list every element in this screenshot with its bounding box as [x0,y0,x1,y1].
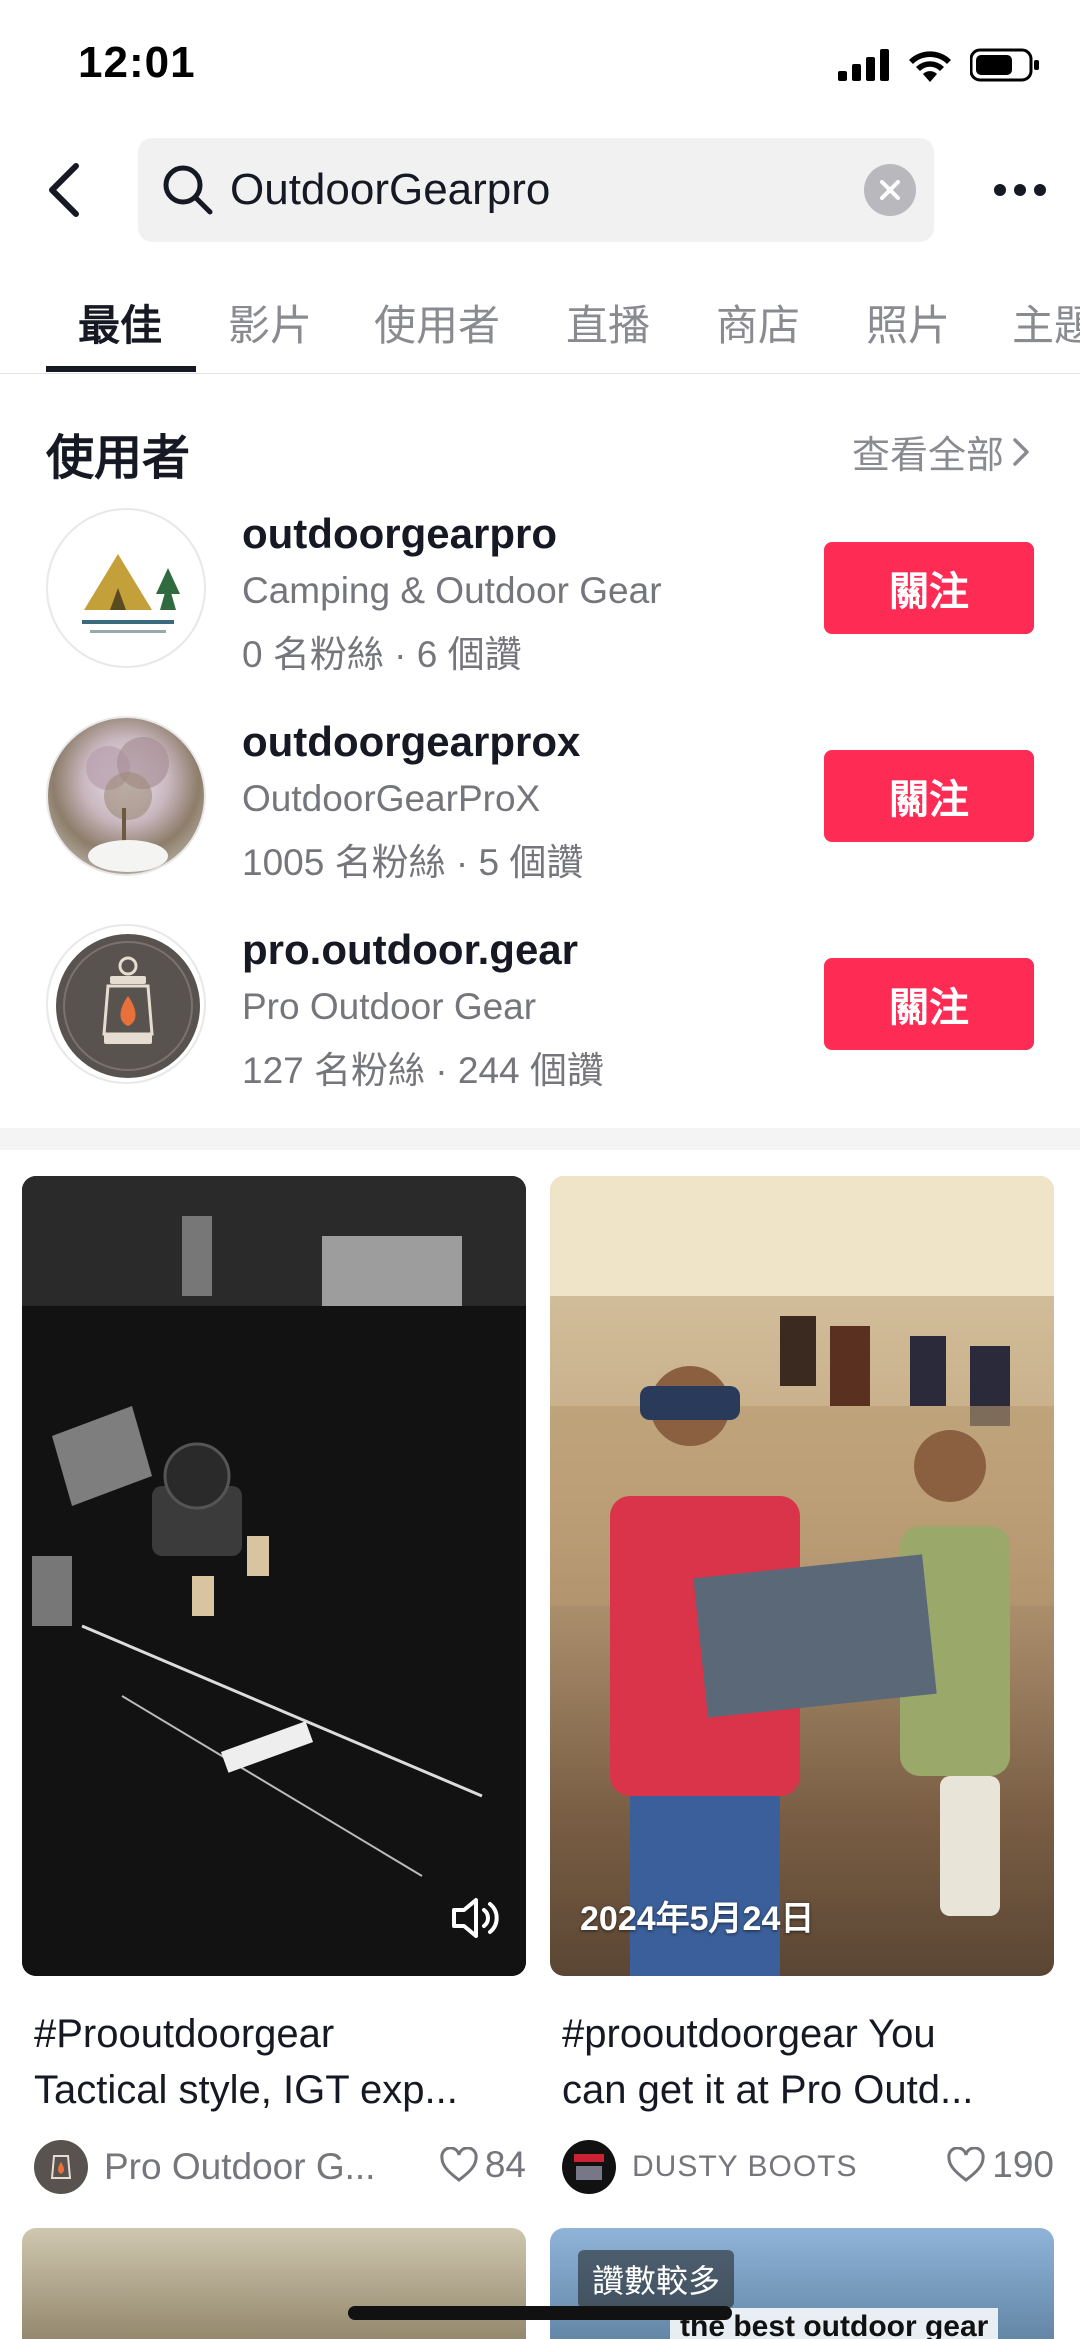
video-card[interactable] [22,2228,526,2339]
video-thumbnail[interactable] [22,1176,526,1976]
video-thumbnail[interactable]: 2024年5月24日 [550,1176,1054,1976]
caption-line: #prooutdoorgear You [562,2012,936,2056]
username: outdoorgearprox [242,718,581,765]
user-stats: 127 名粉絲 · 244 個讚 [242,1050,604,1091]
home-indicator [348,2306,732,2320]
more-options-button[interactable] [990,164,1050,216]
tab-topics[interactable]: 主題 [1012,292,1080,353]
tent-logo-icon [82,554,180,633]
caption-line: can get it at Pro Outd... [562,2068,974,2112]
gear-table-image-icon [22,1176,526,1976]
tab-live[interactable]: 直播 [566,292,650,353]
lantern-logo-icon [56,934,200,1078]
speaker-icon[interactable] [448,1890,504,1946]
wifi-icon [909,51,951,82]
avatar[interactable] [46,508,206,668]
tab-top[interactable]: 最佳 [78,292,162,353]
video-caption[interactable]: #prooutdoorgear You can get it at Pro Ou… [562,2006,1052,2118]
see-all-link[interactable]: 查看全部 [852,424,1030,479]
active-tab-indicator [46,366,196,372]
tab-users[interactable]: 使用者 [374,292,500,353]
follow-button[interactable]: 關注 [824,958,1034,1050]
caption-line: Tactical style, IGT exp... [34,2068,458,2112]
lantern-logo-icon [50,2155,72,2179]
signal-icon [838,49,889,81]
status-bar: 12:01 [0,0,1080,130]
back-button[interactable] [38,160,90,220]
dot-icon [1034,184,1046,196]
user-stats: 1005 名粉絲 · 5 個讚 [242,842,584,883]
avatar[interactable] [46,924,206,1084]
follow-button[interactable]: 關注 [824,542,1034,634]
close-icon [880,180,900,200]
tab-shop[interactable]: 商店 [716,292,800,353]
dot-icon [1014,184,1026,196]
display-name: Camping & Outdoor Gear [242,570,662,611]
tab-photos[interactable]: 照片 [866,292,950,353]
store-photo-image-icon [550,1176,1054,1976]
video-card[interactable]: 讚數較多 the best outdoor gear [550,2228,1054,2339]
search-row [0,138,1080,242]
like-count-value: 190 [992,2144,1054,2185]
video-card[interactable]: #Prooutdoorgear Tactical style, IGT exp.… [22,1176,526,2206]
dot-icon [994,184,1006,196]
search-icon [163,165,213,215]
clear-search-button[interactable] [864,164,916,216]
video-card[interactable]: 2024年5月24日 #prooutdoorgear You can get i… [550,1176,1054,2206]
caption-line: #Prooutdoorgear [34,2012,335,2056]
dried-flowers-image-icon [86,737,169,872]
like-count[interactable]: 84 [439,2144,526,2186]
like-count-value: 84 [484,2144,526,2185]
search-tabs: 最佳 影片 使用者 直播 商店 照片 主題 [0,270,1080,374]
video-caption[interactable]: #Prooutdoorgear Tactical style, IGT exp.… [34,2006,524,2118]
video-meta: DUSTY BOOTS 190 [562,2136,1054,2196]
display-name: Pro Outdoor Gear [242,986,537,1027]
username: pro.outdoor.gear [242,926,578,973]
avatar[interactable] [46,716,206,876]
user-row[interactable]: outdoorgearprox OutdoorGearProX 1005 名粉絲… [0,716,1080,886]
video-meta: Pro Outdoor G... 84 [34,2136,526,2196]
back-arrow-icon [49,163,79,217]
search-input[interactable] [230,156,790,224]
dusty-boots-logo-icon [574,2154,604,2180]
follow-button[interactable]: 關注 [824,750,1034,842]
section-divider [0,1128,1080,1150]
user-row[interactable]: outdoorgearpro Camping & Outdoor Gear 0 … [0,508,1080,678]
see-all-label: 查看全部 [851,435,1004,477]
video-date-overlay: 2024年5月24日 [580,1900,815,1938]
battery-icon [970,48,1039,82]
author-name[interactable]: DUSTY BOOTS [632,2150,892,2184]
status-icons [838,48,1040,82]
author-name[interactable]: Pro Outdoor G... [104,2146,394,2188]
users-section-title: 使用者 [46,432,191,485]
display-name: OutdoorGearProX [242,778,541,819]
user-row[interactable]: pro.outdoor.gear Pro Outdoor Gear 127 名粉… [0,924,1080,1094]
author-avatar[interactable] [34,2140,88,2194]
most-liked-badge: 讚數較多 [578,2250,735,2308]
status-time: 12:01 [78,38,196,87]
like-count[interactable]: 190 [946,2144,1054,2186]
heart-icon [947,2147,985,2182]
tab-videos[interactable]: 影片 [228,292,312,353]
author-avatar[interactable] [562,2140,616,2194]
username: outdoorgearpro [242,510,557,557]
chevron-right-icon [1013,437,1029,466]
search-box[interactable] [138,138,934,242]
heart-icon [440,2147,478,2182]
user-stats: 0 名粉絲 · 6 個讚 [242,634,522,675]
